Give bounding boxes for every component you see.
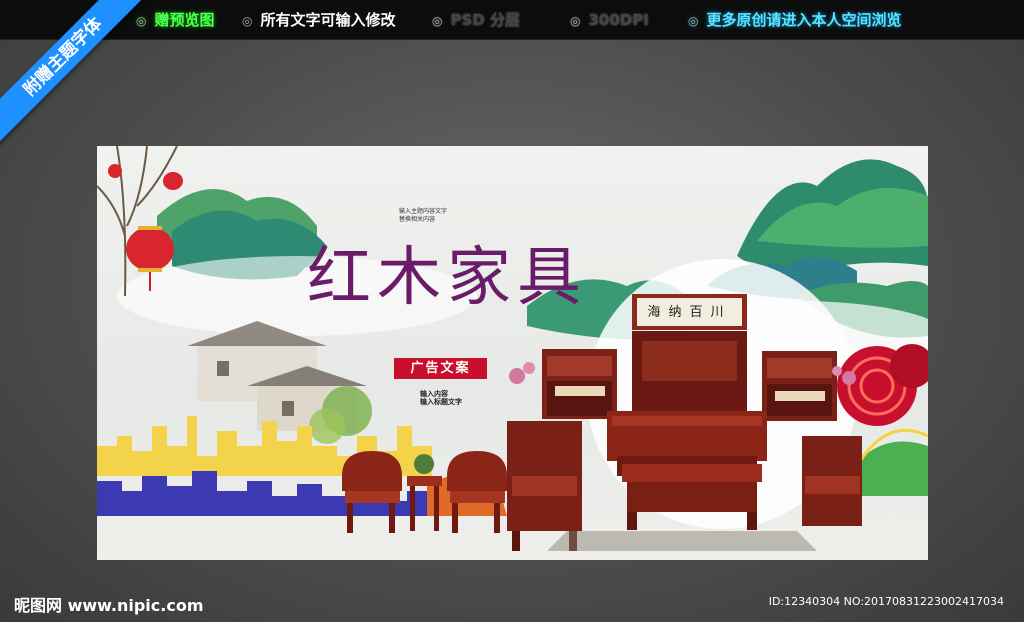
top-bar: ◎ 赠预览图 ◎ 所有文字可输入修改 ◎ PSD 分层 ◎ 300DPI ◎ 更多原创请进…: [0, 0, 1024, 40]
bullet-icon: ◎: [242, 14, 253, 28]
topbar-item-psd: ◎ PSD 分层: [432, 11, 520, 29]
bullet-icon: ◎: [570, 14, 581, 28]
furniture-shelf-left: [542, 349, 617, 419]
bullet-icon: ◎: [688, 14, 699, 28]
bullet-icon: ◎: [432, 14, 443, 28]
rug: [547, 531, 817, 551]
topbar-item-dpi: ◎ 300DPI: [570, 11, 649, 29]
poster-stamp: 广告文案: [394, 358, 487, 379]
topbar-item-editable: ◎ 所有文字可输入修改: [242, 11, 396, 29]
poster-artwork: [97, 146, 928, 551]
image-id: ID:12340304 NO:20170831223002417034: [768, 595, 1004, 608]
ribbon-label: 附赠主题字体: [0, 0, 150, 149]
poster-preview: 红木家具 输入主题内容文字 替换相关内容 广告文案 输入内容 输入标题文字 海纳…: [97, 146, 928, 560]
topbar-item-more[interactable]: ◎ 更多原创请进入本人空间浏览: [688, 9, 902, 31]
poster-small-text: 输入主题内容文字 替换相关内容: [399, 208, 448, 223]
furniture-round-chair-1: [342, 451, 402, 533]
corner-ribbon: 附赠主题字体: [0, 0, 150, 150]
furniture-screen: [632, 331, 747, 411]
furniture-shelf-right: [762, 351, 837, 421]
furniture-round-chair-2: [447, 451, 507, 533]
plaque-text: 海纳百川: [647, 305, 732, 320]
site-logo: 昵图网 www.nipic.com: [14, 596, 204, 615]
poster-title: 红木家具: [307, 241, 587, 315]
skyline-illustration: [97, 416, 507, 516]
furniture-armchair-right: [802, 436, 862, 526]
poster-caption: 输入内容 输入标题文字: [420, 390, 462, 406]
